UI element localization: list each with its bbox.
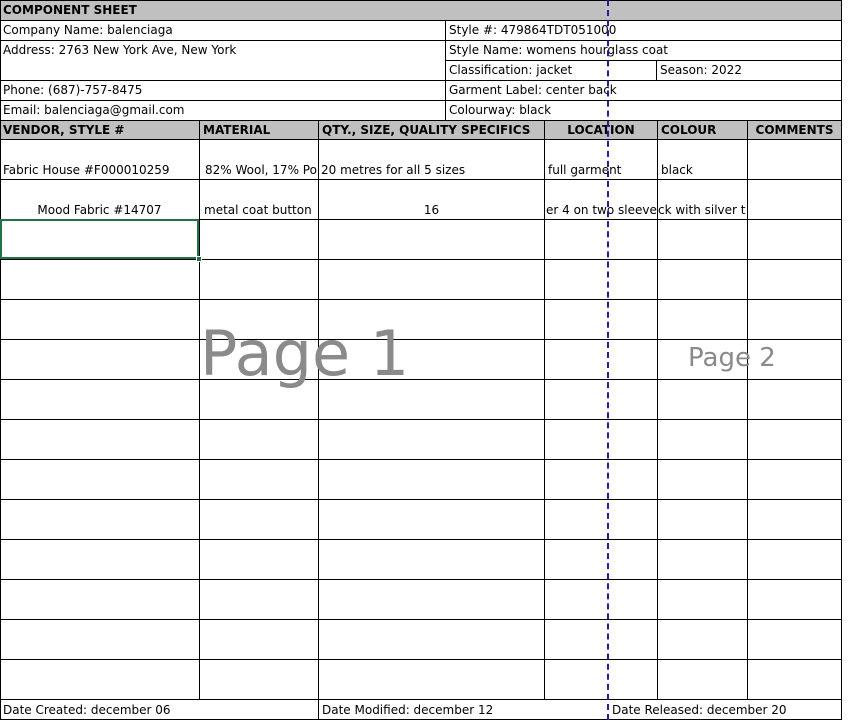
header-vendor[interactable]: VENDOR, STYLE #: [0, 121, 199, 140]
row2-vendor[interactable]: Mood Fabric #14707: [0, 201, 199, 220]
date-modified-cell[interactable]: Date Modified: december 12: [319, 701, 607, 720]
header-colour[interactable]: COLOUR: [658, 121, 747, 140]
grid-line: [0, 120, 842, 121]
row1-colour[interactable]: black: [658, 161, 747, 180]
grid-line: [656, 60, 657, 80]
row2-material[interactable]: metal coat button: [201, 201, 318, 220]
grid-line: [0, 259, 842, 260]
row1-material[interactable]: 82% Wool, 17% Po: [202, 161, 318, 180]
grid-line: [0, 499, 842, 500]
date-released-cell[interactable]: Date Released: december 20: [609, 701, 841, 720]
grid-line: [0, 539, 842, 540]
grid-line: [0, 579, 842, 580]
grid-line: [0, 0, 1, 720]
garment-label-cell[interactable]: Garment Label: center back: [446, 81, 841, 100]
grid-line: [0, 80, 842, 81]
grid-line: [0, 619, 842, 620]
active-cell-selection[interactable]: [0, 219, 199, 259]
fill-handle[interactable]: [196, 256, 202, 262]
grid-line: [0, 659, 842, 660]
grid-line: [0, 339, 842, 340]
row2-comments[interactable]: [748, 201, 841, 220]
grid-line: [657, 120, 658, 700]
colourway-cell[interactable]: Colourway: black: [446, 101, 841, 120]
row1-qty[interactable]: 20 metres for all 5 sizes: [318, 161, 544, 180]
grid-line: [318, 120, 319, 720]
grid-line: [0, 699, 842, 700]
page1-watermark: Page 1: [200, 317, 410, 390]
date-created-cell[interactable]: Date Created: december 06: [0, 701, 318, 720]
style-name-cell[interactable]: Style Name: womens hourglass coat: [446, 41, 841, 60]
style-number-cell[interactable]: Style #: 479864TDT051000: [446, 21, 841, 40]
header-location[interactable]: LOCATION: [545, 121, 657, 140]
grid-line: [445, 20, 446, 120]
grid-line: [0, 379, 842, 380]
grid-line: [0, 20, 842, 21]
sheet-title-cell[interactable]: COMPONENT SHEET: [0, 0, 841, 20]
grid-line: [0, 299, 842, 300]
grid-line: [446, 60, 842, 61]
grid-line: [0, 419, 842, 420]
header-comments[interactable]: COMMENTS: [748, 121, 841, 140]
grid-line: [544, 120, 545, 700]
grid-line: [0, 179, 842, 180]
grid-line: [747, 120, 748, 700]
address-cell[interactable]: Address: 2763 New York Ave, New York: [0, 41, 445, 60]
row2-location[interactable]: er 4 on two sleeve: [545, 201, 657, 220]
grid-line: [0, 459, 842, 460]
row2-qty[interactable]: 16: [319, 201, 544, 220]
header-material[interactable]: MATERIAL: [200, 121, 318, 140]
classification-cell[interactable]: Classification: jacket: [446, 61, 656, 80]
grid-line: [0, 139, 842, 140]
email-cell[interactable]: Email: balenciaga@gmail.com: [0, 101, 445, 120]
grid-line: [0, 0, 842, 1]
row1-vendor[interactable]: Fabric House #F000010259: [0, 161, 199, 180]
row1-comments[interactable]: [748, 161, 841, 180]
grid-line: [0, 40, 842, 41]
phone-cell[interactable]: Phone: (687)-757-8475: [0, 81, 445, 100]
grid-line: [0, 100, 842, 101]
season-cell[interactable]: Season: 2022: [657, 61, 841, 80]
page2-watermark: Page 2: [688, 343, 776, 373]
company-name-cell[interactable]: Company Name: balenciaga: [0, 21, 445, 40]
grid-line: [199, 120, 200, 700]
header-qty-size[interactable]: QTY., SIZE, QUALITY SPECIFICS: [319, 121, 544, 140]
row1-location[interactable]: full garment: [545, 161, 657, 180]
grid-line: [841, 0, 842, 720]
component-sheet: COMPONENT SHEET Company Name: balenciaga…: [0, 0, 848, 720]
row2-colour[interactable]: ck with silver t: [658, 201, 747, 220]
page-break-line[interactable]: [607, 0, 609, 720]
